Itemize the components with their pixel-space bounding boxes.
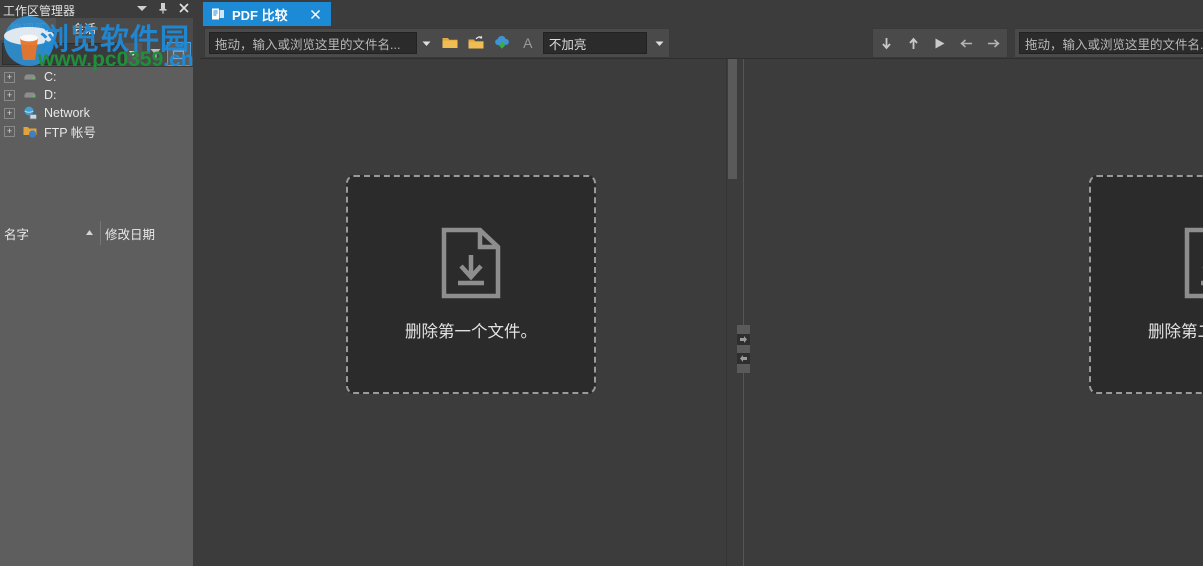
right-path-input[interactable]: 拖动，输入或浏览这里的文件名...	[1019, 32, 1203, 54]
font-icon[interactable]: A	[515, 30, 541, 56]
left-file-toolbar: 拖动，输入或浏览这里的文件名... A 不加亮	[204, 28, 670, 58]
column-header-date-label: 修改日期	[105, 227, 156, 242]
pin-icon[interactable]	[156, 1, 170, 15]
file-list-column-headers: 名字 修改日期	[0, 221, 193, 246]
expander-icon[interactable]: +	[4, 89, 15, 101]
funnel-icon[interactable]	[146, 43, 164, 63]
left-highlight-select[interactable]: 不加亮	[542, 32, 647, 54]
compare-panes: 删除第一个文件。 删除第	[200, 59, 1203, 566]
tree-item-label: Network	[44, 106, 90, 120]
workspace-manager-title: 工作区管理器	[3, 4, 76, 18]
ftp-folder-icon	[22, 123, 38, 139]
document-download-icon	[1183, 227, 1203, 302]
run-compare-icon[interactable]	[929, 31, 951, 55]
expander-icon[interactable]: +	[4, 71, 15, 83]
pane-splitter[interactable]	[737, 59, 750, 566]
tree-item-c-drive[interactable]: + C:	[0, 68, 193, 86]
tree-item-ftp-account[interactable]: + FTP 帐号	[0, 122, 193, 140]
tab-pdf-compare[interactable]: PDF 比较	[203, 2, 331, 26]
right-dropzone-label: 删除第二个文件。	[1148, 323, 1203, 341]
workspace-manager-titlebar: 工作区管理器	[0, 0, 193, 18]
cloud-download-icon[interactable]	[489, 30, 515, 56]
splitter-handle[interactable]	[737, 325, 750, 374]
scrollbar-thumb[interactable]	[728, 59, 737, 179]
workspace-manager-tabs: 管理器 会话	[0, 18, 193, 40]
close-icon[interactable]	[309, 7, 323, 21]
next-diff-icon[interactable]	[875, 31, 897, 55]
chevron-down-icon[interactable]	[416, 33, 437, 53]
arrow-left-icon[interactable]	[737, 353, 750, 365]
splitter-grip-top[interactable]	[737, 325, 750, 334]
left-compare-pane[interactable]: 删除第一个文件。	[200, 59, 738, 566]
tree-item-label: FTP 帐号	[44, 125, 96, 140]
font-icon-label: A	[523, 35, 533, 51]
column-header-modified-date[interactable]: 修改日期	[101, 221, 193, 245]
left-dropzone-label: 删除第一个文件。	[405, 323, 537, 341]
right-dropzone[interactable]: 删除第二个文件。	[1089, 175, 1203, 394]
right-compare-pane[interactable]: 删除第二个文件。	[750, 59, 1203, 566]
compare-doc-icon	[211, 7, 225, 21]
splitter-line	[743, 59, 744, 566]
titlebar-buttons	[135, 1, 191, 15]
prev-diff-icon[interactable]	[902, 31, 924, 55]
compare-toolbar: 拖动，输入或浏览这里的文件名... A 不加亮 拖动，输入或浏览这里的文件名..…	[200, 26, 1203, 59]
chevron-down-icon[interactable]	[124, 43, 142, 63]
tree-item-label: D:	[44, 88, 57, 102]
splitter-grip-mid[interactable]	[737, 344, 750, 354]
tab-session[interactable]: 会话	[62, 18, 107, 40]
tree-item-label: C:	[44, 70, 57, 84]
recent-folder-icon[interactable]	[463, 30, 489, 56]
sort-ascending-icon	[85, 226, 94, 240]
open-folder-icon[interactable]	[437, 30, 463, 56]
compare-nav-toolbar	[872, 28, 1008, 58]
tab-manager[interactable]: 管理器	[0, 18, 57, 40]
menu-chevron-icon[interactable]	[135, 1, 149, 15]
close-icon[interactable]	[177, 1, 191, 15]
splitter-grip-bottom[interactable]	[737, 364, 750, 374]
workspace-manager-toolbar	[0, 40, 193, 67]
tree-item-d-drive[interactable]: + D:	[0, 86, 193, 104]
column-header-name[interactable]: 名字	[0, 221, 101, 245]
copy-left-icon[interactable]	[956, 31, 978, 55]
drive-icon	[22, 69, 38, 85]
arrow-right-icon[interactable]	[737, 333, 750, 345]
left-highlight-label: 不加亮	[548, 37, 587, 52]
panel-divider	[193, 0, 200, 566]
tab-label: PDF 比较	[232, 7, 288, 23]
document-download-icon	[440, 227, 502, 302]
column-header-name-label: 名字	[4, 227, 30, 242]
workspace-tree: + C: + D: + Network + FTP 帐号	[0, 68, 193, 140]
left-path-placeholder: 拖动，输入或浏览这里的文件名...	[215, 37, 401, 52]
right-path-placeholder: 拖动，输入或浏览这里的文件名...	[1025, 37, 1203, 52]
new-window-icon[interactable]	[167, 42, 191, 66]
document-tabstrip: PDF 比较	[200, 0, 1203, 26]
main-area: PDF 比较 拖动，输入或浏览这里的文件名... A 不加亮 拖动，输入或浏览这…	[200, 0, 1203, 566]
network-icon	[22, 105, 38, 121]
left-path-input[interactable]: 拖动，输入或浏览这里的文件名...	[209, 32, 417, 54]
drive-icon	[22, 87, 38, 103]
expander-icon[interactable]: +	[4, 107, 15, 119]
application-window: 工作区管理器 管理器 会话 + C: + D: + Network + FTP …	[0, 0, 1203, 566]
left-dropzone[interactable]: 删除第一个文件。	[346, 175, 596, 394]
right-file-toolbar: 拖动，输入或浏览这里的文件名... A 不加亮	[1014, 28, 1203, 58]
tree-item-network[interactable]: + Network	[0, 104, 193, 122]
expander-icon[interactable]: +	[4, 125, 15, 137]
workspace-path-combo[interactable]	[2, 43, 124, 65]
workspace-manager-panel: 工作区管理器 管理器 会话 + C: + D: + Network + FTP …	[0, 0, 193, 566]
chevron-down-icon[interactable]	[649, 33, 669, 53]
file-list[interactable]	[0, 245, 193, 566]
copy-right-icon[interactable]	[983, 31, 1005, 55]
